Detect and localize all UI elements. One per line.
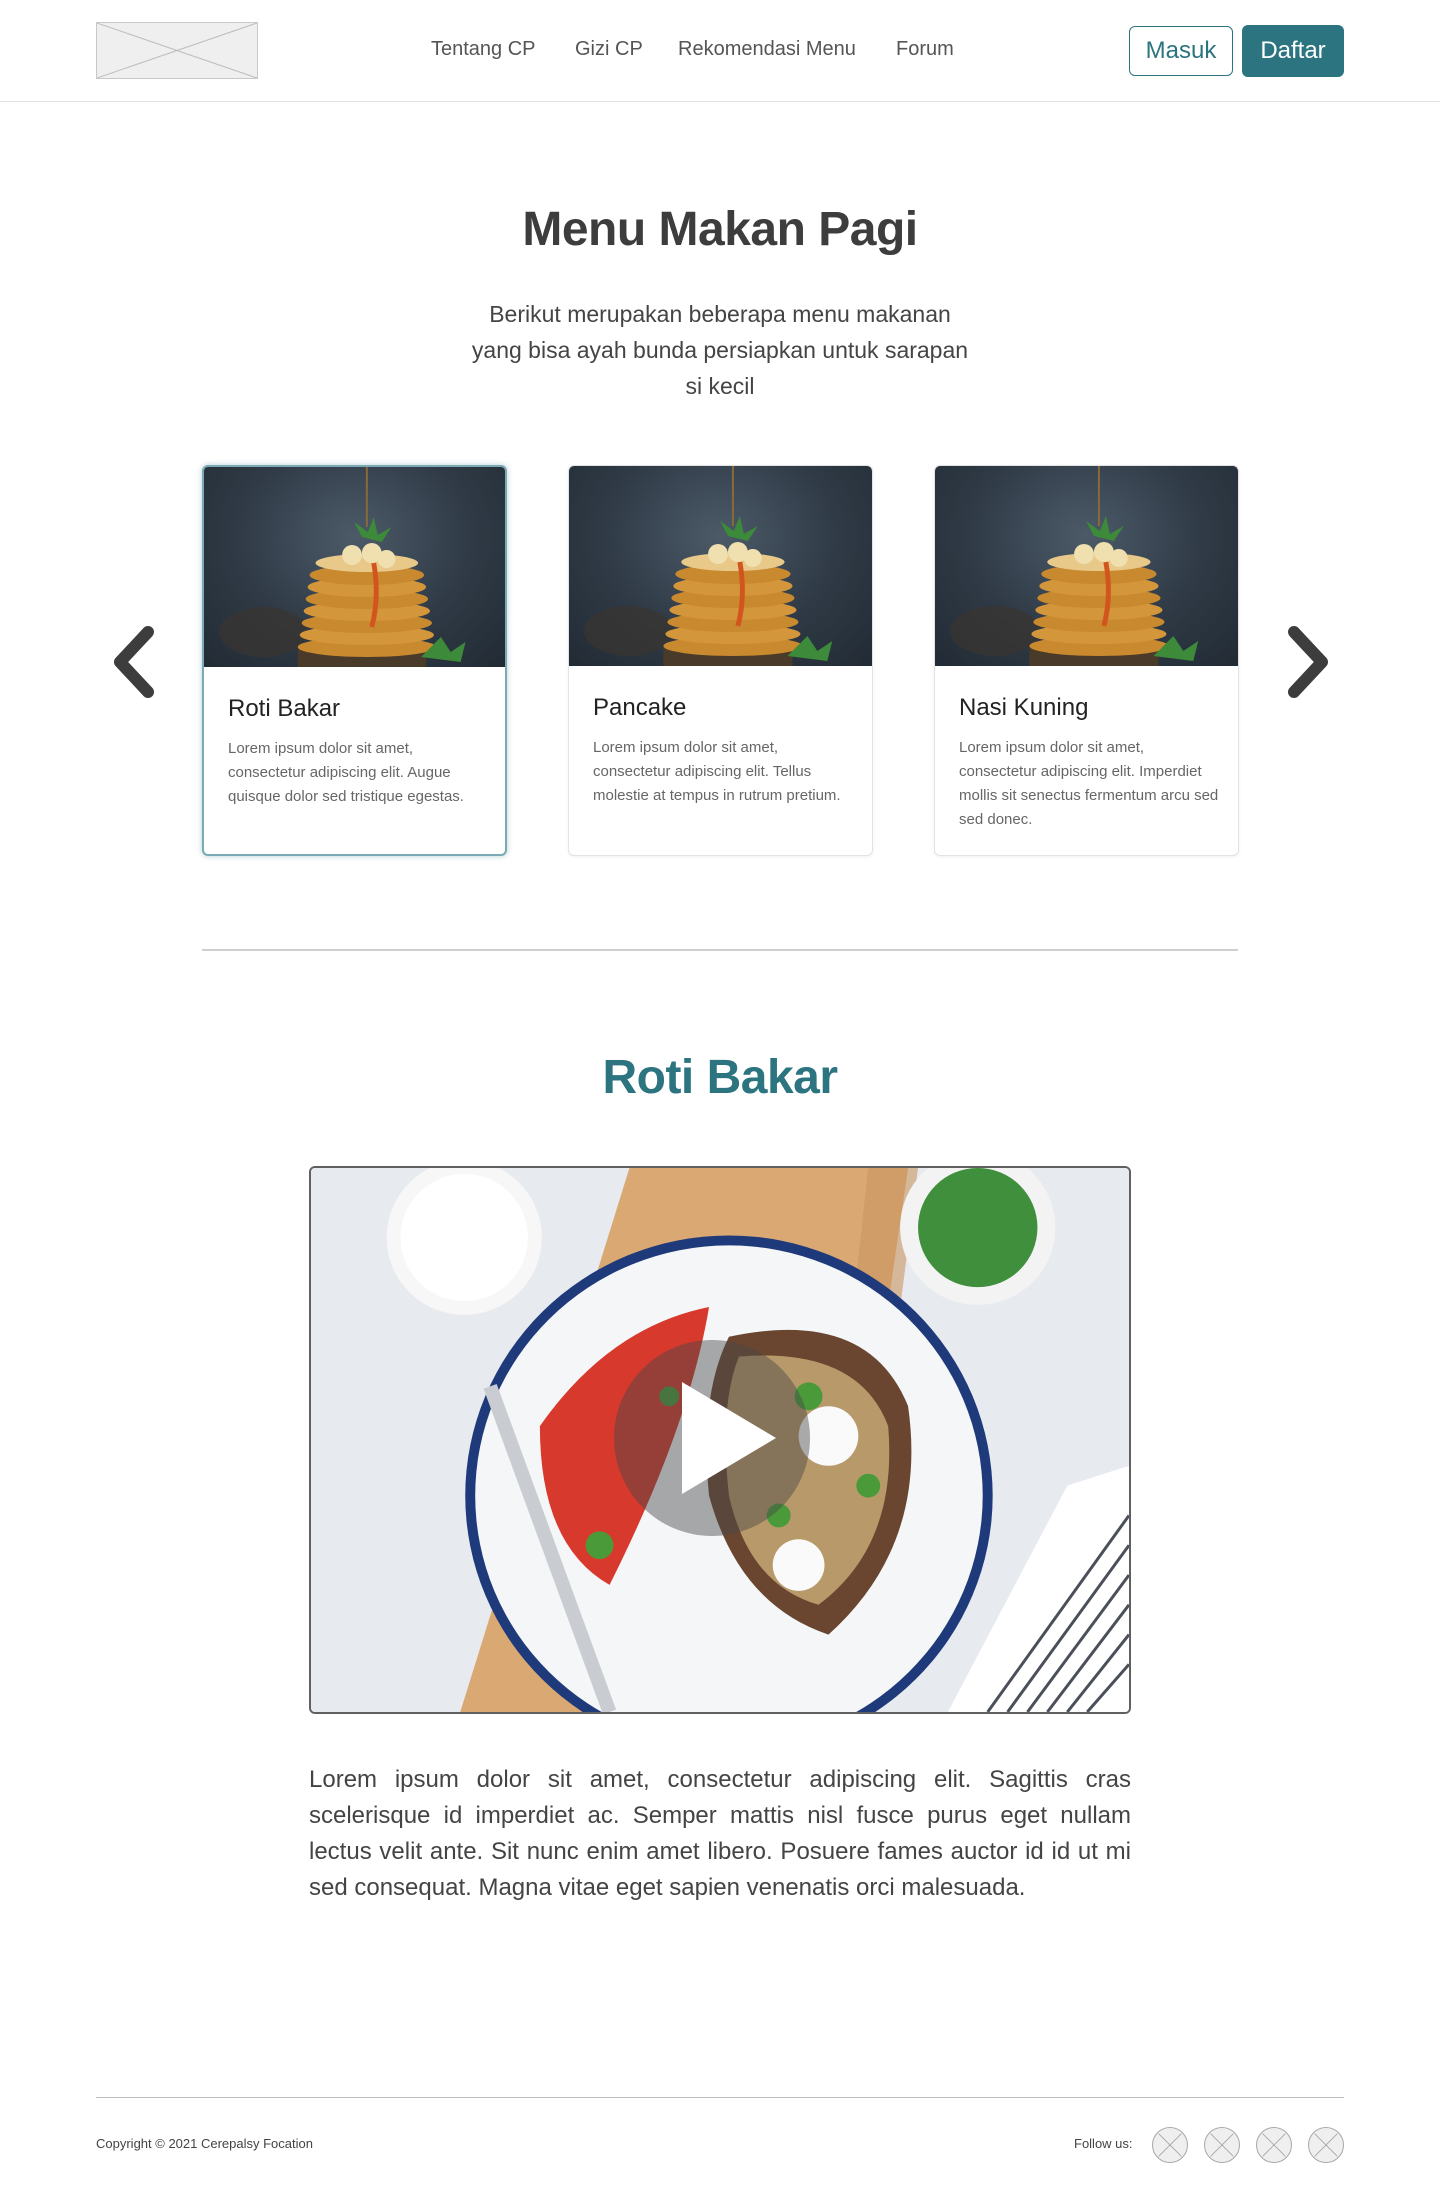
video-player[interactable] bbox=[309, 1166, 1131, 1714]
site-header: Tentang CP Gizi CP Rekomendasi Menu Foru… bbox=[0, 0, 1440, 102]
card-image bbox=[569, 466, 872, 666]
social-icon-3[interactable] bbox=[1256, 2127, 1292, 2163]
nav-link-gizi-cp[interactable]: Gizi CP bbox=[575, 38, 643, 61]
detail-title: Roti Bakar bbox=[602, 1051, 838, 1104]
menu-card-pancake[interactable]: Pancake Lorem ipsum dolor sit amet, cons… bbox=[568, 465, 873, 856]
nav-link-rekomendasi-menu[interactable]: Rekomendasi Menu bbox=[678, 38, 856, 61]
menu-card-roti-bakar[interactable]: Roti Bakar Lorem ipsum dolor sit amet, c… bbox=[202, 465, 507, 856]
copyright-text: Copyright © 2021 Cerepalsy Focation bbox=[96, 2136, 313, 2151]
card-description: Lorem ipsum dolor sit amet, consectetur … bbox=[228, 740, 464, 805]
card-title: Roti Bakar bbox=[228, 695, 341, 722]
card-image bbox=[204, 467, 505, 667]
login-button[interactable]: Masuk bbox=[1129, 26, 1233, 76]
play-button-icon[interactable] bbox=[614, 1340, 810, 1536]
nav-link-tentang-cp[interactable]: Tentang CP bbox=[431, 38, 536, 61]
carousel-next-arrow-icon[interactable] bbox=[1278, 622, 1338, 702]
social-icon-2[interactable] bbox=[1204, 2127, 1240, 2163]
footer-divider bbox=[96, 2097, 1344, 2098]
detail-description: Lorem ipsum dolor sit amet, consectetur … bbox=[309, 1766, 1131, 1901]
carousel-prev-arrow-icon[interactable] bbox=[104, 622, 164, 702]
nav-link-forum[interactable]: Forum bbox=[896, 38, 954, 61]
card-image bbox=[935, 466, 1238, 666]
register-button[interactable]: Daftar bbox=[1242, 25, 1344, 77]
card-description: Lorem ipsum dolor sit amet, consectetur … bbox=[959, 739, 1219, 828]
card-title: Pancake bbox=[593, 694, 687, 721]
follow-us-label: Follow us: bbox=[1074, 2136, 1133, 2151]
card-description: Lorem ipsum dolor sit amet, consectetur … bbox=[593, 739, 841, 804]
card-title: Nasi Kuning bbox=[959, 694, 1089, 721]
section-divider bbox=[202, 949, 1238, 951]
menu-card-nasi-kuning[interactable]: Nasi Kuning Lorem ipsum dolor sit amet, … bbox=[934, 465, 1239, 856]
section-subtitle: Berikut merupakan beberapa menu makanan … bbox=[471, 301, 969, 399]
social-icon-1[interactable] bbox=[1152, 2127, 1188, 2163]
section-title: Menu Makan Pagi bbox=[522, 203, 918, 256]
social-icon-4[interactable] bbox=[1308, 2127, 1344, 2163]
